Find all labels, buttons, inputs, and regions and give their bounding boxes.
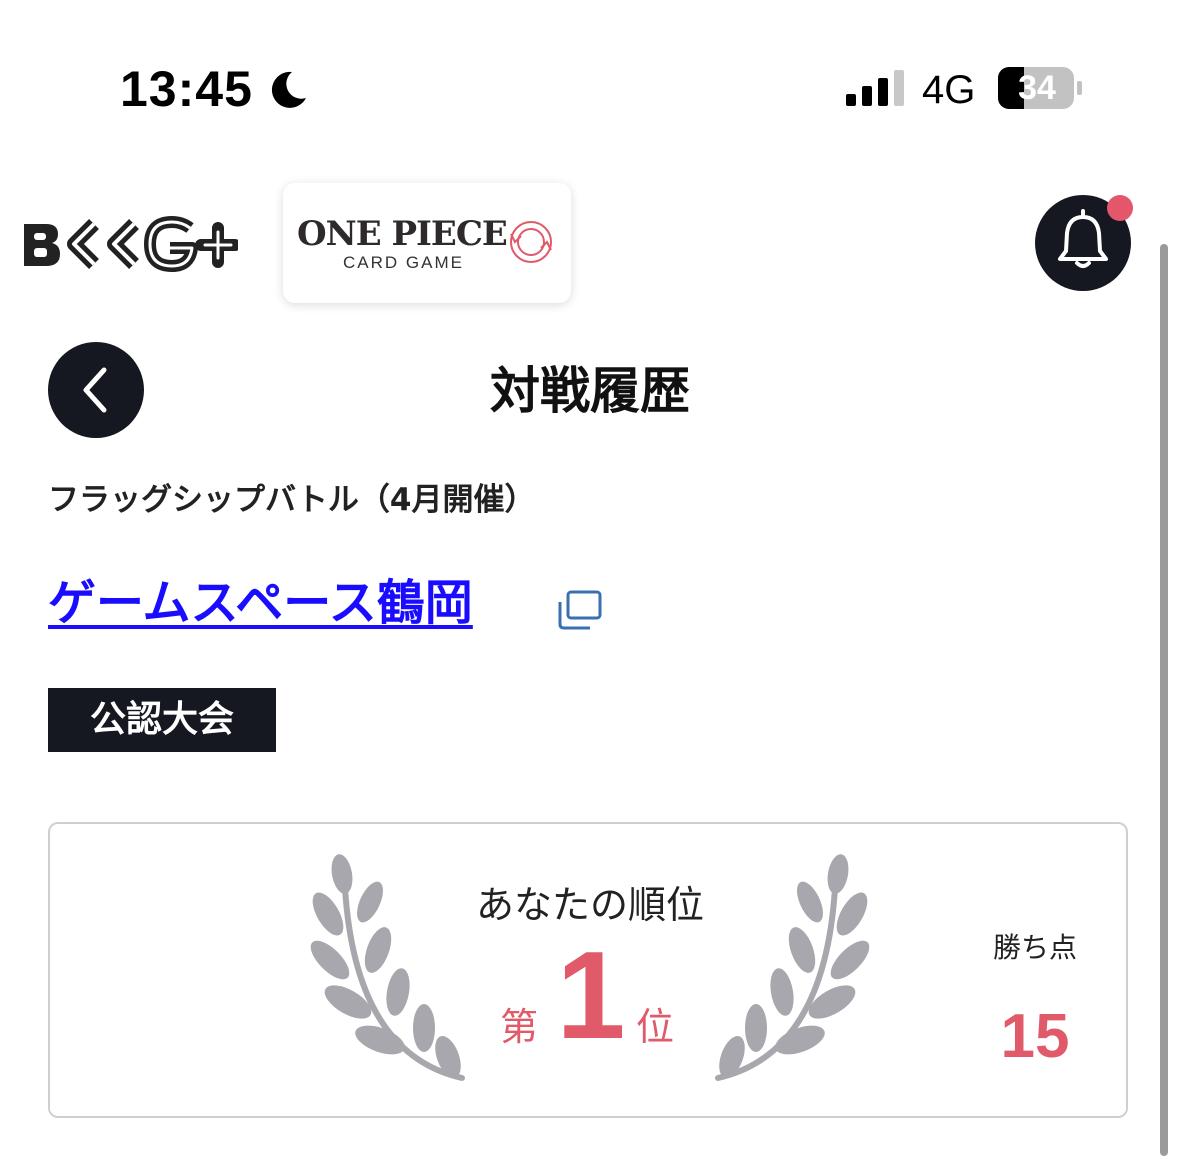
rank-suffix: 位	[636, 1005, 675, 1049]
page-title: 対戦履歴	[490, 362, 690, 420]
external-link-icon[interactable]	[556, 588, 604, 632]
chevron-left-icon	[83, 367, 107, 413]
sync-icon	[510, 221, 552, 263]
network-type: 4G	[922, 68, 976, 112]
rank-value: 1	[556, 927, 626, 1065]
points-label: 勝ち点	[992, 931, 1077, 964]
scrollbar[interactable]	[1160, 244, 1168, 1156]
tournament-type-badge: 公認大会	[48, 688, 276, 752]
status-time: 13:45	[120, 61, 253, 117]
shop-link[interactable]: ゲームスペース鶴岡	[48, 572, 473, 634]
signal-icon	[846, 70, 904, 106]
rank-prefix: 第	[500, 1005, 539, 1049]
moon-icon	[271, 71, 306, 108]
back-button[interactable]	[48, 342, 144, 438]
rank-label: あなたの順位	[475, 883, 704, 927]
battery-level: 34	[1018, 69, 1056, 107]
bcg-plus-logo[interactable]	[22, 214, 238, 274]
event-name: フラッグシップバトル（4月開催）	[48, 482, 536, 518]
game-logo-subtitle: CARD GAME	[343, 253, 464, 272]
notification-dot	[1107, 195, 1133, 221]
game-logo-title: ONE PIECE	[297, 214, 508, 254]
points-value: 15	[1000, 1002, 1070, 1071]
